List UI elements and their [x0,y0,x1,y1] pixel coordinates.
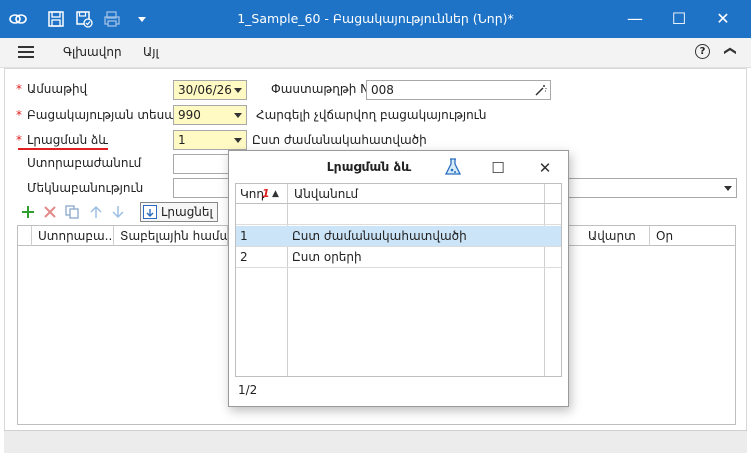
column-header-code[interactable]: Կոդ [240,184,264,204]
status-bar [4,430,747,453]
absence-type-field[interactable]: 990 [173,105,247,125]
dialog-title: Լրացման ձև [326,159,412,174]
doc-number-label: Փաստաթղթի N [271,82,370,96]
division-field[interactable] [173,154,233,174]
chevron-down-icon[interactable] [234,113,242,118]
minimize-button[interactable]: — [620,4,650,34]
help-icon[interactable]: ? [695,44,710,59]
absence-type-description: Հարգելի չվճարվող բացակայություն [256,108,487,122]
move-up-icon[interactable] [88,204,104,220]
division-label: Ստորաբաժանում [27,156,142,170]
absence-type-value: 990 [178,108,201,122]
lookup-table: Կոդ 1 ▲ Անվանում 1 Ըստ ժամանակահատվածի 2… [235,183,562,377]
row-divider [236,224,561,225]
add-row-icon[interactable] [20,204,36,220]
row-code: 2 [240,250,248,264]
collapse-ribbon-icon[interactable]: ❯ [722,46,736,56]
row-selector-header [18,226,32,246]
fill-method-lookup-dialog: Լրացման ձև ☐ ✕ Կոդ 1 ▲ Անվանում 1 Ըստ ժա… [228,150,569,407]
row-divider [236,267,561,268]
fill-method-value: 1 [178,133,186,147]
row-name: Ըստ ժամանակահատվածի [292,229,467,243]
app-logo-icon [9,14,27,24]
close-button[interactable]: ✕ [708,4,738,34]
column-divider [236,184,288,376]
copy-row-icon[interactable] [64,204,80,220]
maximize-button[interactable]: ☐ [664,4,694,34]
magic-wand-icon[interactable] [535,84,547,96]
menu-bar: Գլխավոր Այլ ? ❯ [0,38,751,68]
comment-label: Մեկնաբանություն [27,181,144,195]
fill-method-label: Լրացման ձև [16,133,108,147]
hamburger-menu-icon[interactable] [18,46,34,60]
doc-number-field[interactable]: 008 [366,80,551,100]
chevron-down-icon[interactable] [234,88,242,93]
fill-button-label: Լրացնել [161,205,213,219]
dialog-maximize-button[interactable]: ☐ [487,157,509,179]
sort-order-icon: 1 [262,187,270,200]
table-row[interactable]: 2 Ըստ օրերի [236,247,561,267]
menu-item-main[interactable]: Գլխավոր [63,45,122,59]
doc-number-value: 008 [371,83,394,97]
row-code: 1 [240,229,248,243]
delete-row-icon[interactable] [42,204,58,220]
filter-flask-icon[interactable] [445,158,461,176]
quick-access-dropdown-icon[interactable] [132,9,152,29]
column-header-name[interactable]: Անվանում [294,184,358,204]
save-and-close-icon[interactable] [74,9,94,29]
required-field-underline [18,148,108,150]
move-down-icon[interactable] [110,204,126,220]
menu-item-other[interactable]: Այլ [143,45,159,59]
sort-ascending-icon[interactable]: ▲ [272,184,279,204]
column-header-days[interactable]: Օր [650,226,736,246]
chevron-down-icon[interactable] [724,186,732,191]
date-field[interactable]: 30/06/26 [173,80,247,100]
column-header-end[interactable]: Ավարտ [582,226,650,246]
table-row[interactable]: 1 Ըստ ժամանակահատվածի [236,226,561,246]
chevron-down-icon[interactable] [234,138,242,143]
pager-indicator: 1/2 [238,383,258,397]
date-value: 30/06/26 [178,83,232,97]
title-bar: 1_Sample_60 - Բացակայություններ (Նոր)* —… [0,0,751,38]
save-icon[interactable] [46,9,66,29]
print-icon[interactable] [102,9,122,29]
dialog-close-button[interactable]: ✕ [534,157,556,179]
column-header-division[interactable]: Ստորաբա... [32,226,114,246]
fill-method-description: Ըստ ժամանակահատվածի [252,133,427,147]
absence-type-label: Բացակայության տեսակ [16,108,184,122]
date-label: Ամսաթիվ [16,82,87,96]
fill-icon [143,205,157,219]
fill-button[interactable]: Լրացնել [140,202,218,222]
lookup-table-header: Կոդ 1 ▲ Անվանում [236,184,561,204]
column-header-tabel-number[interactable]: Տաբելային համար [114,226,228,246]
fill-method-field[interactable]: 1 [173,130,247,150]
row-name: Ըստ օրերի [292,250,362,264]
column-divider [288,184,545,376]
